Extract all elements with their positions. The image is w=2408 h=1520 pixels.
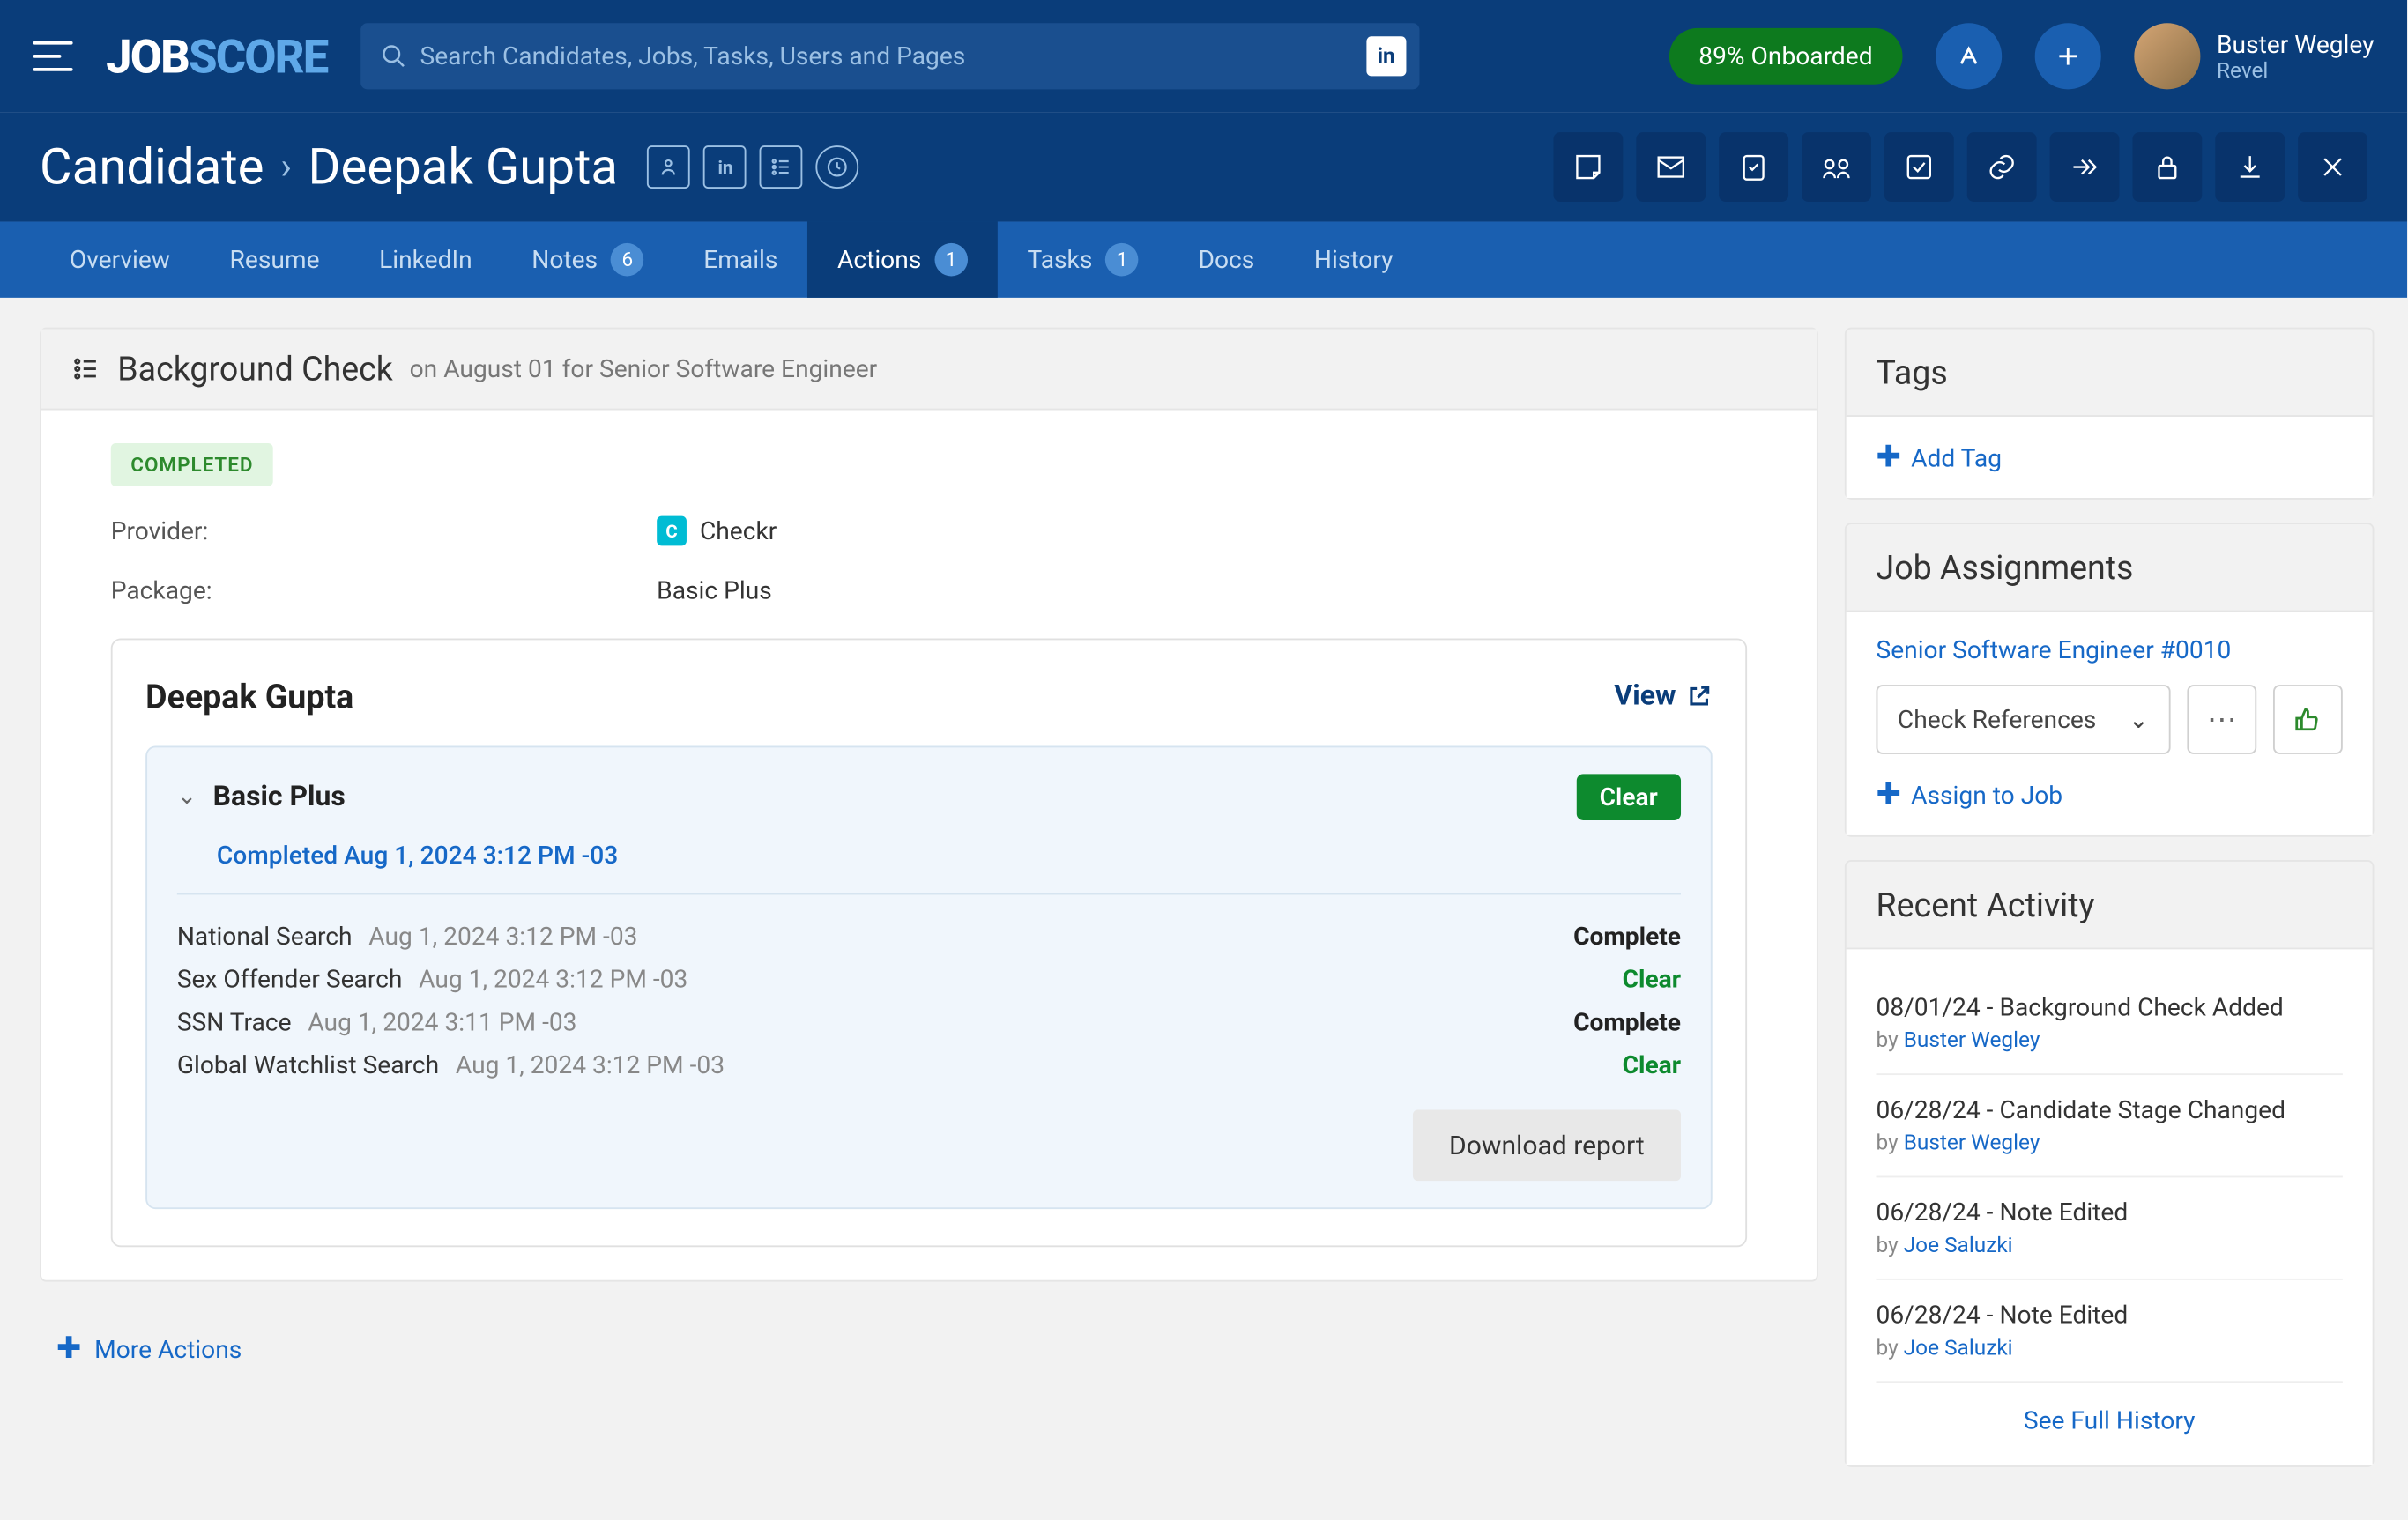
assign-to-job-link[interactable]: ✚Assign to Job: [1877, 777, 2343, 812]
package-name: Basic Plus: [213, 781, 346, 814]
tab-badge: 6: [611, 243, 644, 277]
tags-panel-title: Tags: [1847, 330, 2373, 417]
panel-header: Background Check on August 01 for Senior…: [41, 330, 1817, 411]
share-action-icon[interactable]: [1802, 132, 1871, 202]
user-org: Revel: [2217, 59, 2374, 84]
checkr-logo-icon: C: [657, 516, 687, 546]
activity-item: 06/28/24 - Note Editedby Joe Saluzki: [1877, 1177, 2343, 1279]
chevron-right-icon: ›: [280, 146, 291, 188]
detail-candidate-name: Deepak Gupta: [145, 677, 353, 716]
tab-overview[interactable]: Overview: [40, 222, 200, 298]
download-action-icon[interactable]: [2215, 132, 2285, 202]
link-action-icon[interactable]: [1967, 132, 2037, 202]
email-action-icon[interactable]: [1636, 132, 1706, 202]
plus-icon: ✚: [1877, 777, 1901, 812]
tab-emails[interactable]: Emails: [673, 222, 807, 298]
task-action-icon[interactable]: [1719, 132, 1788, 202]
activity-user-link[interactable]: Buster Wegley: [1904, 1028, 2040, 1053]
activity-user-link[interactable]: Buster Wegley: [1904, 1131, 2040, 1156]
check-row: Global Watchlist SearchAug 1, 2024 3:12 …: [177, 1043, 1681, 1086]
chevron-down-icon: ⌄: [2129, 705, 2150, 735]
provider-label: Provider:: [111, 516, 657, 546]
logo[interactable]: JOBSCORE: [106, 29, 327, 84]
package-value: Basic Plus: [657, 575, 772, 605]
profile-card-icon[interactable]: [648, 145, 691, 189]
activity-user-link[interactable]: Joe Saluzki: [1904, 1234, 2013, 1258]
check-row: SSN TraceAug 1, 2024 3:11 PM -03Complete: [177, 1001, 1681, 1044]
tab-actions[interactable]: Actions1: [807, 222, 997, 298]
forward-action-icon[interactable]: [2050, 132, 2120, 202]
search-container: in: [360, 23, 1419, 89]
menu-toggle-icon[interactable]: [33, 41, 73, 71]
search-input[interactable]: [406, 41, 1399, 71]
provider-value: Checkr: [700, 516, 777, 546]
checklist-small-icon: [71, 354, 101, 384]
avatar: [2134, 23, 2200, 89]
tab-badge: 1: [1105, 243, 1139, 277]
see-full-history-link[interactable]: See Full History: [2024, 1405, 2196, 1435]
download-report-button[interactable]: Download report: [1413, 1109, 1681, 1181]
tab-resume[interactable]: Resume: [200, 222, 350, 298]
stage-select[interactable]: Check References ⌄: [1877, 685, 2171, 754]
tab-notes[interactable]: Notes6: [502, 222, 673, 298]
breadcrumb: Candidate › Deepak Gupta in: [40, 138, 859, 196]
completed-timestamp: Completed Aug 1, 2024 3:12 PM -03: [217, 841, 1681, 871]
lock-action-icon[interactable]: [2132, 132, 2202, 202]
onboarded-pill[interactable]: 89% Onboarded: [1669, 28, 1902, 85]
breadcrumb-root[interactable]: Candidate: [40, 138, 264, 196]
breadcrumb-name: Deepak Gupta: [308, 138, 618, 196]
checklist-icon[interactable]: [760, 145, 803, 189]
activity-panel-title: Recent Activity: [1847, 862, 2373, 949]
jobs-panel-title: Job Assignments: [1847, 524, 2373, 612]
panel-subtitle: on August 01 for Senior Software Enginee…: [410, 354, 878, 384]
activity-item: 08/01/24 - Background Check Addedby Bust…: [1877, 973, 2343, 1075]
thumbs-up-button[interactable]: [2273, 685, 2343, 754]
chevron-down-icon[interactable]: ⌄: [177, 784, 197, 811]
clear-status-pill: Clear: [1576, 774, 1681, 820]
package-label: Package:: [111, 575, 657, 605]
view-report-link[interactable]: View: [1614, 679, 1712, 713]
add-tag-link[interactable]: ✚Add Tag: [1877, 440, 2343, 474]
linkedin-square-icon[interactable]: in: [704, 145, 747, 189]
activity-item: 06/28/24 - Note Editedby Joe Saluzki: [1877, 1280, 2343, 1383]
panel-title: Background Check: [117, 349, 393, 389]
tab-linkedin[interactable]: LinkedIn: [349, 222, 502, 298]
referral-icon[interactable]: [1936, 23, 2002, 89]
linkedin-icon[interactable]: in: [1366, 36, 1406, 76]
tab-docs[interactable]: Docs: [1169, 222, 1284, 298]
plus-icon: ✚: [1877, 440, 1901, 474]
close-action-icon[interactable]: [2298, 132, 2367, 202]
check-row: Sex Offender SearchAug 1, 2024 3:12 PM -…: [177, 958, 1681, 1001]
clock-icon[interactable]: [816, 145, 859, 189]
activity-user-link[interactable]: Joe Saluzki: [1904, 1337, 2013, 1361]
approve-action-icon[interactable]: [1884, 132, 1954, 202]
activity-item: 06/28/24 - Candidate Stage Changedby Bus…: [1877, 1075, 2343, 1177]
add-icon[interactable]: [2035, 23, 2101, 89]
check-row: National SearchAug 1, 2024 3:12 PM -03Co…: [177, 915, 1681, 958]
search-icon: [380, 43, 406, 70]
tab-badge: 1: [934, 243, 968, 277]
job-assignment-link[interactable]: Senior Software Engineer #0010: [1877, 635, 2343, 665]
user-name: Buster Wegley: [2217, 29, 2374, 59]
tab-history[interactable]: History: [1284, 222, 1423, 298]
more-actions-link[interactable]: ✚ More Actions: [40, 1331, 1818, 1366]
tab-tasks[interactable]: Tasks1: [998, 222, 1169, 298]
plus-icon: ✚: [56, 1331, 81, 1366]
status-badge: COMPLETED: [111, 443, 273, 486]
more-options-button[interactable]: ⋯: [2187, 685, 2256, 754]
user-menu[interactable]: Buster Wegley Revel: [2134, 23, 2374, 89]
note-action-icon[interactable]: [1554, 132, 1624, 202]
